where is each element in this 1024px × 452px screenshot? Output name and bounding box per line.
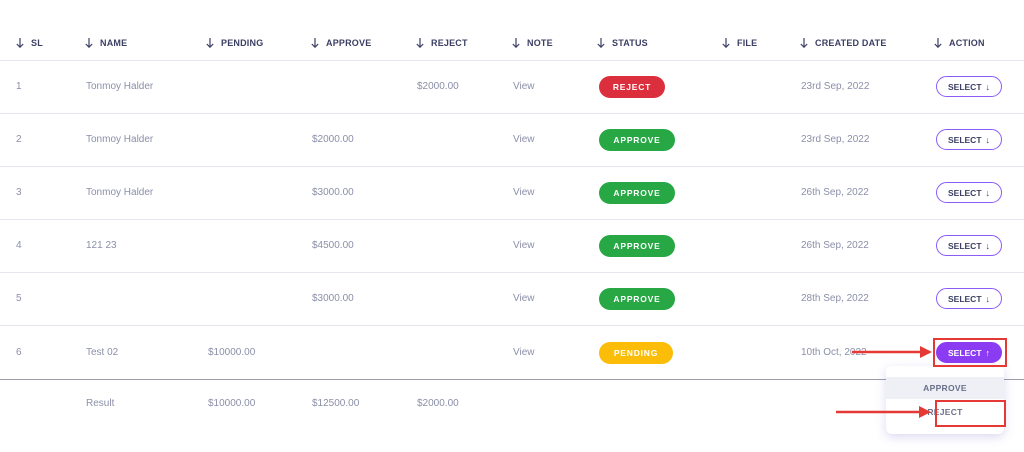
arrow-right-icon [836,406,931,418]
annotation-arrows [836,346,932,418]
arrow-right-icon [852,346,932,358]
payments-table: SL NAME PENDING APPROVE REJECT NOTE STAT… [0,0,1024,452]
